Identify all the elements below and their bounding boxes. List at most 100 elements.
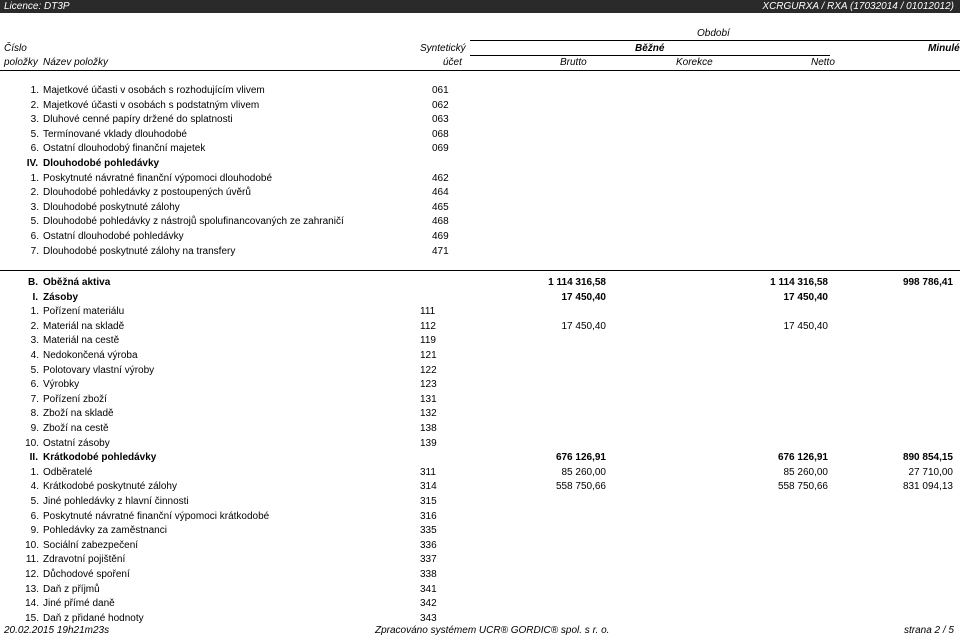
row-account-code: 069 — [432, 143, 449, 155]
table-row: 1. Odběratelé 311 85 260,00 85 260,00 27 710,… — [0, 466, 960, 481]
row-account-code: 335 — [420, 525, 437, 537]
table-row: 12. Důchodové spoření 338 — [0, 568, 960, 583]
row-brutto-value: 85 260,00 — [561, 466, 607, 478]
report-id: XCRGURXA / RXA (17032014 / 01012012) — [762, 1, 954, 12]
row-name: Materiál na cestě — [43, 335, 120, 347]
header-bezne: Běžné — [635, 43, 665, 54]
table-row: 5. Dlouhodobé pohledávky z nástrojů spolu… — [0, 215, 960, 230]
table-row: 1. Pořízení materiálu 111 — [0, 305, 960, 320]
row-netto-value: 17 450,40 — [783, 320, 829, 332]
row-name: Zásoby — [43, 291, 79, 303]
row-name: Zboží na skladě — [43, 408, 114, 420]
header-brutto: Brutto — [560, 57, 587, 68]
row-minule-value: 831 094,13 — [902, 481, 953, 493]
row-number: 9. — [30, 525, 39, 537]
row-account-code: 119 — [420, 335, 436, 347]
row-number: 2. — [30, 187, 39, 199]
row-number: 6. — [30, 379, 39, 391]
header-cislo: Číslo — [4, 43, 27, 54]
row-number: 10. — [25, 437, 39, 449]
table-row: 9. Pohledávky za zaměstnanci 335 — [0, 524, 960, 539]
row-number: 5. — [30, 496, 39, 507]
table-row: 3. Dluhové cenné papíry držené do splatno… — [0, 113, 960, 128]
header-obdobi: Období — [697, 28, 730, 39]
row-number: 7. — [30, 245, 39, 257]
table-row: 4. Krátkodobé poskytnuté zálohy 314 558 750… — [0, 480, 960, 495]
row-number: 3. — [30, 114, 39, 126]
row-name: Dluhové cenné papíry držené do splatnost… — [43, 114, 233, 126]
row-name: Odběratelé — [43, 466, 93, 478]
header-netto: Netto — [811, 57, 835, 68]
row-name: Majetkové účasti v osobách s rozhodující… — [43, 85, 265, 96]
table-row: 5. Polotovary vlastní výroby 122 — [0, 364, 960, 379]
licence-label: Licence: DT3P — [4, 1, 70, 12]
row-name: Pořízení materiálu — [43, 306, 125, 318]
table-row: 10. Ostatní zásoby 139 — [0, 437, 960, 452]
row-number: 2. — [30, 320, 39, 332]
row-name: Dlouhodobé pohledávky z postoupených úvě… — [43, 187, 251, 199]
table-row: 2. Materiál na skladě 112 17 450,40 17 450,4… — [0, 320, 960, 335]
row-name: Materiál na skladě — [43, 320, 125, 332]
footer-datetime: 20.02.2015 19h21m23s — [4, 625, 110, 636]
row-account-code: 139 — [420, 437, 437, 449]
row-name: Pořízení zboží — [43, 393, 107, 405]
row-account-code: 121 — [420, 350, 437, 361]
row-number: 6. — [30, 143, 39, 155]
table-row: 2. Majetkové účasti v osobách s podstatný… — [0, 99, 960, 114]
row-brutto-value: 558 750,66 — [555, 481, 606, 493]
row-name: Pohledávky za zaměstnanci — [43, 525, 167, 537]
row-name: Poskytnuté návratné finanční výpomoci dl… — [43, 172, 273, 184]
row-roman-number: I. — [32, 291, 38, 303]
row-number: 14. — [25, 598, 39, 610]
row-number: 2. — [30, 99, 39, 111]
row-name: Důchodové spoření — [43, 569, 130, 580]
row-brutto-value: 17 450,40 — [561, 291, 607, 303]
row-netto-value: 17 450,40 — [783, 291, 829, 303]
section-divider — [0, 270, 960, 271]
row-number: 1. — [30, 85, 39, 96]
row-name: Daň z příjmů — [43, 583, 100, 595]
row-name: Jiné pohledávky z hlavní činnosti — [43, 496, 189, 507]
row-account-code: 112 — [420, 320, 436, 332]
row-number: 1. — [30, 172, 39, 184]
table-row: 10. Sociální zabezpečení 336 — [0, 539, 960, 554]
table-row: 13. Daň z příjmů 341 — [0, 583, 960, 598]
row-name: Majetkové účasti v osobách s podstatným … — [43, 99, 260, 111]
row-account-code: 337 — [420, 554, 437, 566]
table-row: 5. Termínované vklady dlouhodobé 068 — [0, 128, 960, 143]
header-nazev: Název položky — [43, 57, 109, 68]
row-account-code: 316 — [420, 510, 437, 522]
row-name: Dlouhodobé pohledávky z nástrojů spolufi… — [43, 216, 344, 228]
row-name: Poskytnuté návratné finanční výpomoci kr… — [43, 510, 270, 522]
row-number: 8. — [30, 408, 39, 420]
row-roman-number: II. — [29, 452, 38, 464]
footer-system: Zpracováno systémem UCR® GORDIC® spol. s… — [375, 625, 610, 636]
row-account-code: 338 — [420, 569, 437, 580]
row-account-code: 122 — [420, 364, 437, 376]
row-account-code: 311 — [420, 466, 436, 478]
header-ucet: účet — [443, 57, 462, 68]
row-roman-number: IV. — [26, 158, 38, 169]
row-number: 13. — [25, 583, 39, 595]
row-number: 6. — [30, 231, 39, 242]
row-number: 1. — [30, 466, 39, 478]
row-number: 4. — [30, 350, 39, 361]
row-account-code: 469 — [432, 231, 449, 242]
header-polozky: položky — [4, 57, 38, 68]
row-netto-value: 558 750,66 — [777, 481, 828, 493]
table-row: 6. Ostatní dlouhodobý finanční majetek 069 — [0, 142, 960, 157]
table-row: 6. Ostatní dlouhodobé pohledávky 469 — [0, 230, 960, 245]
row-number: 6. — [30, 510, 39, 522]
table-row: 7. Dlouhodobé poskytnuté zálohy na transf… — [0, 245, 960, 260]
header-synteticky: Syntetický — [420, 43, 466, 54]
row-account-code: 336 — [420, 539, 437, 551]
row-name: Polotovary vlastní výroby — [43, 364, 155, 376]
row-name: Termínované vklady dlouhodobé — [43, 128, 187, 140]
row-number: 7. — [30, 393, 39, 405]
header-minule: Minulé — [928, 43, 960, 54]
header-korekce: Korekce — [676, 57, 713, 68]
page-footer: 20.02.2015 19h21m23s Zpracováno systémem… — [0, 624, 960, 637]
header-bottom-line — [0, 70, 960, 71]
row-netto-value: 85 260,00 — [783, 466, 829, 478]
table-row: 11. Zdravotní pojištění 337 — [0, 553, 960, 568]
